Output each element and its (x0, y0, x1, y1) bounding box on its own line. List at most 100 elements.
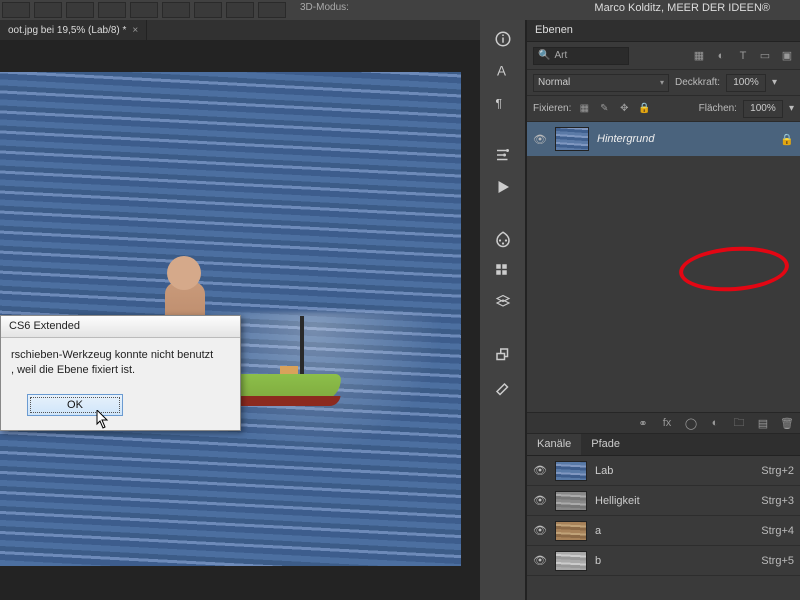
options-bar: 3D-Modus: Marco Kolditz, MEER DER IDEEN® (0, 0, 800, 20)
blend-mode-value: Normal (538, 77, 570, 88)
channel-shortcut: Strg+5 (761, 555, 794, 567)
layer-list: 👁 Hintergrund 🔒 (527, 122, 800, 412)
align-icon[interactable] (66, 2, 94, 18)
actions-panel-icon[interactable] (490, 174, 516, 200)
svg-text:¶: ¶ (495, 97, 501, 111)
visibility-toggle-icon[interactable]: 👁 (533, 464, 547, 477)
visibility-toggle-icon[interactable]: 👁 (533, 554, 547, 567)
canvas-area: CS6 Extended rschieben-Werkzeug konnte n… (0, 40, 480, 600)
adjustments-panel-icon[interactable] (490, 142, 516, 168)
channel-shortcut: Strg+3 (761, 495, 794, 507)
channel-name: Helligkeit (595, 495, 640, 507)
layer-filter-type[interactable]: 🔍 Art (533, 47, 629, 65)
new-layer-icon[interactable]: ▤ (756, 416, 770, 430)
channel-thumbnail (555, 491, 587, 511)
layer-thumbnail[interactable] (555, 127, 589, 151)
brush-panel-icon[interactable] (490, 374, 516, 400)
dialog-message-line: rschieben-Werkzeug konnte nicht benutzt (11, 348, 230, 363)
opacity-label: Deckkraft: (675, 77, 720, 88)
collapsed-panel-strip: A ¶ (480, 20, 526, 600)
filter-smart-icon[interactable]: ▣ (780, 49, 794, 63)
align-icon[interactable] (2, 2, 30, 18)
chevron-down-icon[interactable]: ▾ (772, 77, 777, 88)
clone-panel-icon[interactable] (490, 342, 516, 368)
channel-row[interactable]: 👁 b Strg+5 (527, 546, 800, 576)
layer-name[interactable]: Hintergrund (597, 133, 654, 145)
layers-panel-footer: ⚭ fx ◯ ◐ 🗀 ▤ 🗑 (527, 412, 800, 434)
visibility-toggle-icon[interactable]: 👁 (533, 133, 547, 146)
align-icon[interactable] (98, 2, 126, 18)
visibility-toggle-icon[interactable]: 👁 (533, 524, 547, 537)
chevron-down-icon: ▾ (660, 78, 664, 87)
layer-row-background[interactable]: 👁 Hintergrund 🔒 (527, 122, 800, 156)
distribute-icon[interactable] (194, 2, 222, 18)
close-icon[interactable]: × (132, 25, 138, 36)
dialog-message-line: , weil die Ebene fixiert ist. (11, 363, 230, 378)
channel-thumbnail (555, 461, 587, 481)
error-dialog: CS6 Extended rschieben-Werkzeug konnte n… (0, 315, 241, 431)
svg-text:A: A (497, 64, 506, 79)
align-icon[interactable] (162, 2, 190, 18)
tab-channels[interactable]: Kanäle (527, 434, 581, 455)
new-group-icon[interactable]: 🗀 (732, 416, 746, 430)
fill-value[interactable]: 100% (743, 100, 783, 118)
channel-name: a (595, 525, 601, 537)
lock-pixels-icon[interactable]: ▦ (577, 102, 591, 116)
layers-filter-row: 🔍 Art ▦ ◐ T ▭ ▣ (527, 42, 800, 70)
dialog-buttons: OK (1, 388, 240, 430)
document-tab-label: oot.jpg bei 19,5% (Lab/8) * (8, 25, 126, 36)
options-bar-icons (0, 0, 288, 20)
visibility-toggle-icon[interactable]: 👁 (533, 494, 547, 507)
layers-panel-tab[interactable]: Ebenen (527, 20, 800, 42)
channel-row[interactable]: 👁 Lab Strg+2 (527, 456, 800, 486)
blend-mode-dropdown[interactable]: Normal ▾ (533, 74, 669, 92)
adjustment-stack-icon[interactable] (490, 290, 516, 316)
document-tab[interactable]: oot.jpg bei 19,5% (Lab/8) * × (0, 20, 147, 40)
character-panel-icon[interactable]: A (490, 58, 516, 84)
dialog-title: CS6 Extended (1, 316, 240, 338)
delete-icon[interactable]: 🗑 (780, 416, 794, 430)
mode-3d-label: 3D-Modus: (300, 2, 349, 13)
channel-thumbnail (555, 551, 587, 571)
channel-shortcut: Strg+2 (761, 465, 794, 477)
swatches-panel-icon[interactable] (490, 226, 516, 252)
layer-style-icon[interactable]: fx (660, 416, 674, 430)
fill-label: Flächen: (699, 103, 737, 114)
layer-filter-icons: ▦ ◐ T ▭ ▣ (692, 49, 794, 63)
filter-adjustment-icon[interactable]: ◐ (714, 49, 728, 63)
new-adjustment-icon[interactable]: ◐ (708, 416, 722, 430)
filter-pixel-icon[interactable]: ▦ (692, 49, 706, 63)
annotation-circle (678, 243, 791, 295)
opacity-value[interactable]: 100% (726, 74, 766, 92)
lock-all-icon[interactable]: 🔒 (637, 102, 651, 116)
channel-name: b (595, 555, 601, 567)
layer-mask-icon[interactable]: ◯ (684, 416, 698, 430)
layer-filter-value: Art (554, 50, 567, 61)
link-layers-icon[interactable]: ⚭ (636, 416, 650, 430)
channel-name: Lab (595, 465, 613, 477)
header-brand: Marco Kolditz, MEER DER IDEEN® (594, 2, 770, 14)
lock-paint-icon[interactable]: ✎ (597, 102, 611, 116)
lock-label: Fixieren: (533, 103, 571, 114)
blend-mode-row: Normal ▾ Deckkraft: 100% ▾ (527, 70, 800, 96)
styles-panel-icon[interactable] (490, 258, 516, 284)
mouse-cursor-icon (96, 410, 110, 430)
align-icon[interactable] (34, 2, 62, 18)
align-icon[interactable] (130, 2, 158, 18)
filter-shape-icon[interactable]: ▭ (758, 49, 772, 63)
channel-shortcut: Strg+4 (761, 525, 794, 537)
channels-tabs: Kanäle Pfade (527, 434, 800, 456)
paragraph-panel-icon[interactable]: ¶ (490, 90, 516, 116)
distribute-icon[interactable] (226, 2, 254, 18)
distribute-icon[interactable] (258, 2, 286, 18)
lock-icon[interactable]: 🔒 (780, 133, 794, 146)
dialog-message: rschieben-Werkzeug konnte nicht benutzt … (1, 338, 240, 388)
chevron-down-icon[interactable]: ▾ (789, 103, 794, 114)
info-panel-icon[interactable] (490, 26, 516, 52)
filter-type-icon[interactable]: T (736, 49, 750, 63)
channel-row[interactable]: 👁 Helligkeit Strg+3 (527, 486, 800, 516)
search-icon: 🔍 (538, 50, 550, 61)
lock-position-icon[interactable]: ✥ (617, 102, 631, 116)
channel-row[interactable]: 👁 a Strg+4 (527, 516, 800, 546)
tab-paths[interactable]: Pfade (581, 434, 630, 455)
